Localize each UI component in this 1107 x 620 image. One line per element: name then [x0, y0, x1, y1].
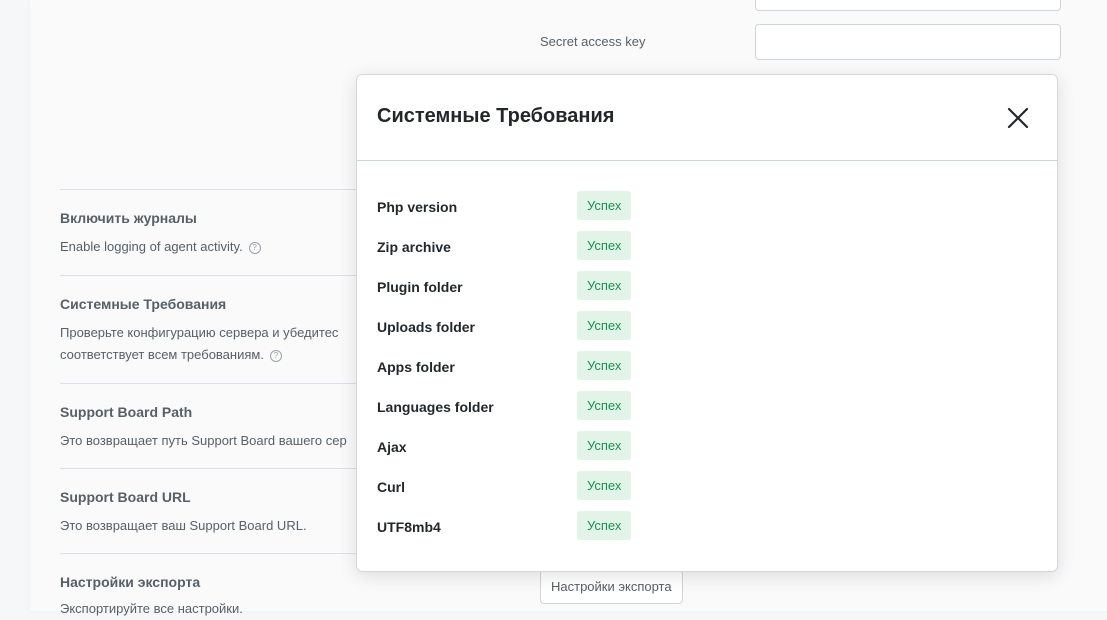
- status-badge: Успех: [577, 311, 632, 340]
- board-path-description: Это возвращает путь Support Board вашего…: [60, 433, 347, 448]
- divider: [60, 553, 360, 554]
- requirement-name: Ajax: [377, 439, 407, 455]
- secret-key-input[interactable]: [755, 24, 1061, 60]
- enable-logs-description: Enable logging of agent activity.?: [60, 236, 261, 258]
- status-badge: Успех: [577, 471, 632, 500]
- system-requirements-description: Проверьте конфигурацию сервера и убедите…: [60, 322, 338, 366]
- modal-title: Системные Требования: [377, 105, 615, 127]
- secret-key-label: Secret access key: [540, 34, 646, 49]
- requirement-name: Plugin folder: [377, 279, 463, 295]
- status-badge: Успех: [577, 391, 632, 420]
- status-badge: Успех: [577, 191, 632, 220]
- system-requirements-description-line1: Проверьте конфигурацию сервера и убедите…: [60, 325, 339, 340]
- board-path-title: Support Board Path: [60, 404, 193, 420]
- divider: [60, 275, 360, 276]
- requirement-row: Apps folder Успех: [377, 351, 1037, 391]
- enable-logs-description-text: Enable logging of agent activity.: [60, 239, 243, 254]
- requirement-row: Zip archive Успех: [377, 231, 1037, 271]
- divider: [60, 468, 360, 469]
- modal-header: Системные Требования: [357, 75, 1057, 161]
- requirement-name: UTF8mb4: [377, 519, 441, 535]
- system-requirements-description-line2: соответствует всем требованиям.: [60, 347, 264, 362]
- requirement-row: Uploads folder Успех: [377, 311, 1037, 351]
- requirement-name: Curl: [377, 479, 405, 495]
- divider: [60, 189, 360, 190]
- system-requirements-modal: Системные Требования Php version Успех Z…: [356, 74, 1058, 572]
- requirement-name: Php version: [377, 199, 458, 215]
- requirement-name: Apps folder: [377, 359, 455, 375]
- requirement-name: Uploads folder: [377, 319, 476, 335]
- requirement-row: UTF8mb4 Успех: [377, 511, 1037, 551]
- requirement-row: Php version Успех: [377, 191, 1037, 231]
- status-badge: Успех: [577, 511, 632, 540]
- requirement-name: Zip archive: [377, 239, 451, 255]
- requirements-list: Php version Успех Zip archive Успех Plug…: [377, 191, 1037, 551]
- help-icon[interactable]: ?: [269, 349, 282, 362]
- requirement-row: Languages folder Успех: [377, 391, 1037, 431]
- requirement-row: Curl Успех: [377, 471, 1037, 511]
- board-url-title: Support Board URL: [60, 489, 191, 505]
- export-settings-description: Экспортируйте все настройки.: [60, 601, 243, 616]
- export-settings-button[interactable]: Настройки экспорта: [540, 570, 683, 604]
- access-key-input[interactable]: [755, 0, 1061, 11]
- system-requirements-title: Системные Требования: [60, 296, 227, 312]
- board-url-description: Это возвращает ваш Support Board URL.: [60, 518, 307, 533]
- requirement-row: Ajax Успех: [377, 431, 1037, 471]
- status-badge: Успех: [577, 351, 632, 380]
- requirement-name: Languages folder: [377, 399, 494, 415]
- help-icon[interactable]: ?: [248, 241, 261, 254]
- status-badge: Успех: [577, 271, 632, 300]
- divider: [60, 383, 360, 384]
- requirement-row: Plugin folder Успех: [377, 271, 1037, 311]
- status-badge: Успех: [577, 231, 632, 260]
- close-icon[interactable]: [1005, 105, 1031, 131]
- status-badge: Успех: [577, 431, 632, 460]
- enable-logs-title: Включить журналы: [60, 210, 197, 226]
- export-settings-title: Настройки экспорта: [60, 574, 201, 590]
